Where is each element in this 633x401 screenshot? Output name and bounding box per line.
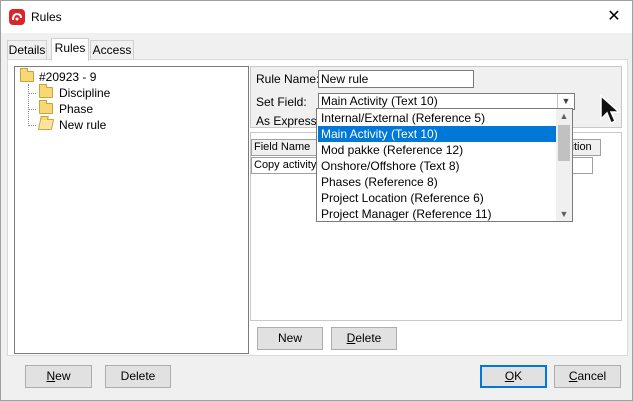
rules-tree[interactable]: #20923 - 9 Discipline Phase New rule <box>14 66 249 354</box>
scroll-down-icon[interactable]: ▼ <box>556 207 572 221</box>
new-button[interactable]: New <box>25 365 92 388</box>
tab-access[interactable]: Access <box>90 40 134 60</box>
dropdown-option[interactable]: Onshore/Offshore (Text 8) <box>318 158 556 174</box>
dropdown-option[interactable]: Internal/External (Reference 5) <box>318 110 556 126</box>
tab-rules[interactable]: Rules <box>51 38 89 61</box>
dropdown-option[interactable]: Mod pakke (Reference 12) <box>318 142 556 158</box>
accelerator-letter: D <box>346 331 356 345</box>
rule-name-input[interactable]: New rule <box>318 70 474 88</box>
grid-delete-button[interactable]: Delete <box>331 327 397 350</box>
rules-dialog: Rules ✕ Details Rules Access #20923 - 9 … <box>0 0 633 401</box>
set-field-dropdown-list[interactable]: Internal/External (Reference 5) Main Act… <box>316 108 573 222</box>
folder-icon <box>39 100 53 114</box>
app-logo-icon <box>9 9 25 25</box>
accelerator-letter: O <box>504 369 515 383</box>
accelerator-letter: C <box>568 369 578 383</box>
dropdown-option-selected[interactable]: Main Activity (Text 10) <box>318 126 556 142</box>
accelerator-letter: N <box>46 369 56 383</box>
scroll-thumb[interactable] <box>558 125 570 161</box>
dropdown-scrollbar[interactable]: ▲ ▼ <box>556 109 572 221</box>
tree-connector <box>28 93 36 94</box>
dropdown-option[interactable]: Project Location (Reference 6) <box>318 190 556 206</box>
tree-connector <box>28 84 29 124</box>
folder-icon <box>39 84 53 98</box>
delete-button[interactable]: Delete <box>105 365 171 388</box>
tab-details[interactable]: Details <box>7 40 47 60</box>
tree-node-label: #20923 - 9 <box>39 70 97 84</box>
grid-new-button[interactable]: New <box>257 327 323 350</box>
scroll-up-icon[interactable]: ▲ <box>556 109 572 123</box>
dropdown-option[interactable]: Project Manager (Reference 11) <box>318 206 556 221</box>
mouse-cursor-icon <box>600 94 621 125</box>
tree-connector <box>28 109 36 110</box>
tree-node-label: Phase <box>59 102 94 116</box>
tree-node-label: Discipline <box>59 86 111 100</box>
window-title: Rules <box>31 10 62 24</box>
set-field-label: Set Field: <box>256 95 307 109</box>
set-field-value: Main Activity (Text 10) <box>321 94 438 108</box>
title-bar: Rules ✕ <box>1 1 632 33</box>
tree-connector <box>28 125 36 126</box>
tree-node-label: New rule <box>59 118 107 132</box>
rule-name-label: Rule Name: <box>256 72 320 86</box>
dropdown-option[interactable]: Phases (Reference 8) <box>318 174 556 190</box>
chevron-down-icon[interactable]: ▼ <box>557 94 574 109</box>
cancel-button[interactable]: Cancel <box>554 365 621 388</box>
close-icon[interactable]: ✕ <box>602 5 626 29</box>
folder-open-icon <box>37 119 55 130</box>
folder-icon <box>20 68 34 82</box>
ok-button[interactable]: OK <box>480 365 547 388</box>
